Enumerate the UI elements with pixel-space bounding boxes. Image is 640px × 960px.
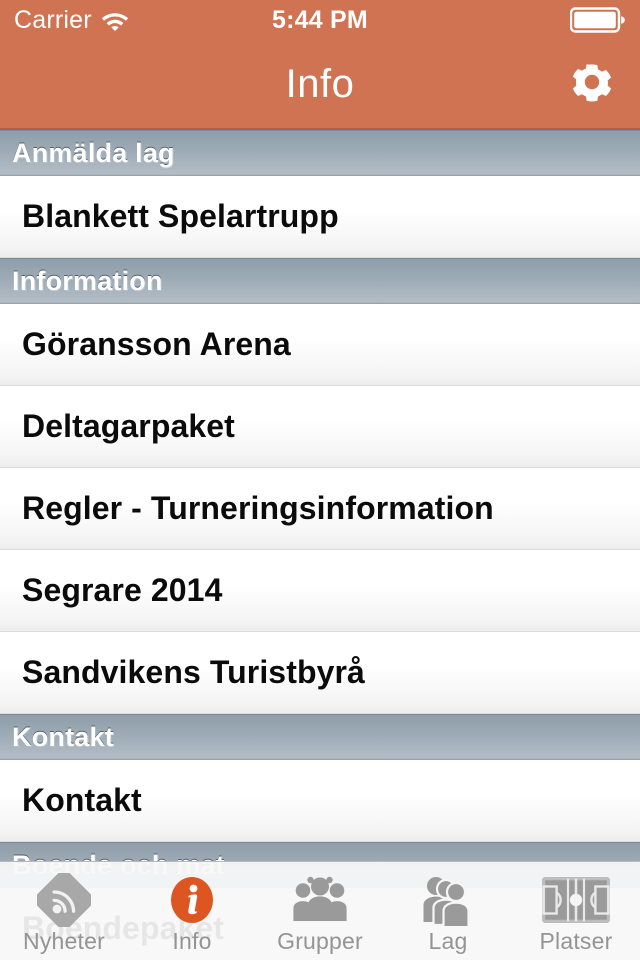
settings-button[interactable] (566, 58, 618, 110)
tab-platser[interactable]: Platser (512, 862, 640, 960)
tab-label: Grupper (277, 928, 363, 954)
carrier-label: Carrier (14, 5, 92, 34)
tab-grupper[interactable]: Grupper (256, 862, 384, 960)
tab-lag[interactable]: Lag (384, 862, 512, 960)
team-people-icon (420, 873, 476, 927)
status-bar-right (570, 7, 626, 33)
app-screen: Carrier 5:44 PM Info Anmälda lag Blanket… (0, 0, 640, 960)
tab-label: Info (172, 928, 212, 954)
list-item[interactable]: Kontakt (0, 760, 640, 842)
sports-field-icon (542, 873, 610, 927)
section-header: Kontakt (0, 714, 640, 760)
group-of-people-icon (289, 873, 351, 927)
tab-nyheter[interactable]: Nyheter (0, 862, 128, 960)
section-header: Information (0, 258, 640, 304)
list-item[interactable]: Deltagarpaket (0, 386, 640, 468)
section-header-title: Information (12, 265, 163, 296)
status-bar: Carrier 5:44 PM (0, 0, 640, 40)
list-item[interactable]: Blankett Spelartrupp (0, 176, 640, 258)
info-circle-icon (165, 873, 219, 927)
list-item[interactable]: Sandvikens Turistbyrå (0, 632, 640, 714)
tab-label: Lag (428, 928, 468, 954)
list-item-label: Kontakt (22, 782, 142, 818)
page-title: Info (285, 61, 355, 106)
tab-label: Nyheter (23, 928, 105, 954)
list-item-label: Regler - Turneringsinformation (22, 490, 494, 526)
section-header: Anmälda lag (0, 130, 640, 176)
status-bar-left: Carrier (14, 6, 130, 35)
tab-bar: Nyheter Info Grupper Lag Platser (0, 861, 640, 960)
tab-label: Platser (539, 928, 613, 954)
battery-full-icon (570, 7, 626, 33)
section-header-title: Anmälda lag (12, 137, 175, 168)
list-item-label: Deltagarpaket (22, 408, 235, 444)
list-item-label: Segrare 2014 (22, 572, 223, 608)
info-list[interactable]: Anmälda lag Blankett Spelartrupp Informa… (0, 130, 640, 960)
navigation-bar: Info (0, 40, 640, 130)
rss-feed-icon (37, 873, 91, 927)
gear-icon (568, 58, 616, 111)
section-header-title: Kontakt (12, 721, 114, 752)
list-item-label: Blankett Spelartrupp (22, 198, 339, 234)
list-item-label: Göransson Arena (22, 326, 291, 362)
wifi-icon (100, 9, 130, 31)
list-item[interactable]: Segrare 2014 (0, 550, 640, 632)
list-item[interactable]: Regler - Turneringsinformation (0, 468, 640, 550)
tab-info[interactable]: Info (128, 862, 256, 960)
list-item[interactable]: Göransson Arena (0, 304, 640, 386)
list-item-label: Sandvikens Turistbyrå (22, 654, 365, 690)
